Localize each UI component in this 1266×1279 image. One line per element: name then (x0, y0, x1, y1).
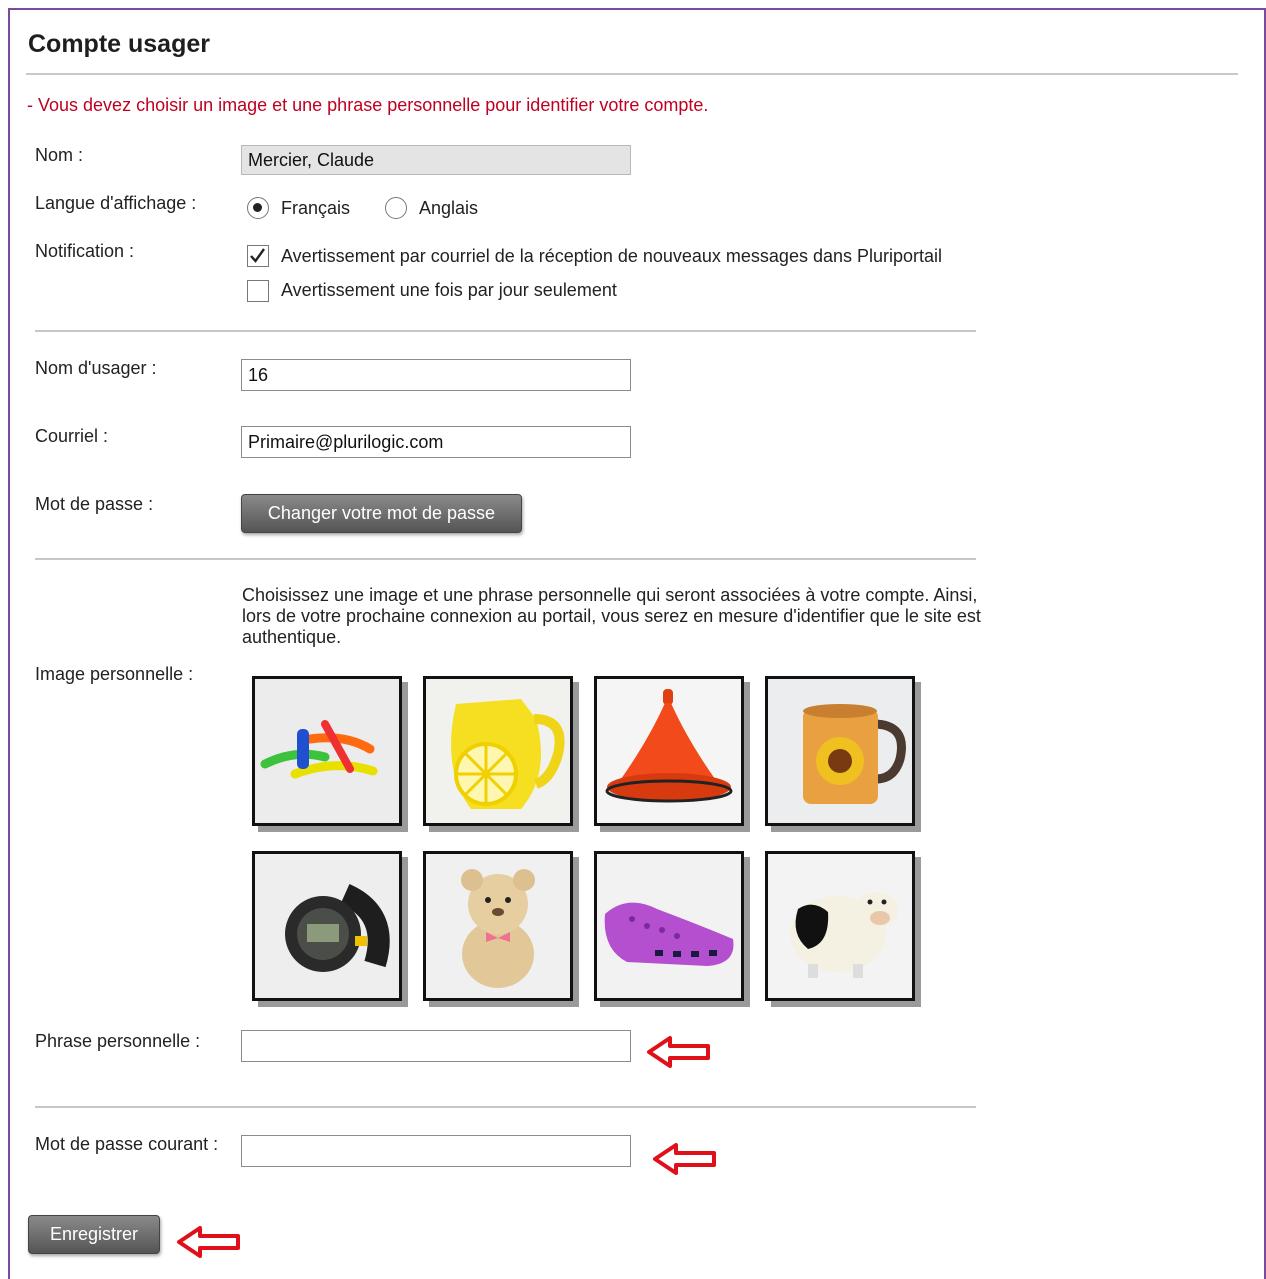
personal-phrase-field[interactable] (241, 1030, 631, 1062)
error-message: - Vous devez choisir un image et une phr… (27, 95, 709, 115)
annotation-arrow-icon (653, 1143, 716, 1175)
wristwatch-image[interactable] (252, 851, 402, 1001)
name-label: Nom : (35, 145, 84, 165)
current-password-label: Mot de passe courant : (35, 1134, 219, 1154)
title-divider (26, 73, 1238, 75)
page-title: Compte usager (28, 30, 210, 58)
name-field[interactable] (241, 145, 631, 175)
checkbox-notify-daily-label: Avertissement une fois par jour seulemen… (281, 280, 617, 300)
email-field[interactable] (241, 426, 631, 458)
cow-figurine-image[interactable] (765, 851, 915, 1001)
red-tajine-image[interactable] (594, 676, 744, 826)
password-label: Mot de passe : (35, 494, 154, 514)
radio-anglais-label: Anglais (419, 198, 479, 218)
checkbox-notify-new-messages-label: Avertissement par courriel de la récepti… (281, 246, 943, 266)
image-description: Choisissez une image et une phrase perso… (242, 585, 981, 647)
divider (35, 558, 976, 560)
radio-francais[interactable] (247, 197, 269, 219)
notification-label: Notification : (35, 241, 135, 261)
change-password-button[interactable]: Changer votre mot de passe (241, 494, 522, 533)
username-field[interactable] (241, 359, 631, 391)
sunflower-mug-image[interactable] (765, 676, 915, 826)
purple-clog-image[interactable] (594, 851, 744, 1001)
checkbox-notify-daily[interactable] (247, 280, 269, 302)
divider (35, 330, 976, 332)
annotation-arrow-icon (177, 1226, 240, 1258)
lemon-pitcher-image[interactable] (423, 676, 573, 826)
plastic-toys-image[interactable] (252, 676, 402, 826)
radio-anglais[interactable] (385, 197, 407, 219)
save-button[interactable]: Enregistrer (28, 1215, 160, 1254)
checkbox-notify-new-messages[interactable] (247, 245, 269, 267)
image-label: Image personnelle : (35, 664, 194, 684)
checkmark-icon (250, 248, 265, 263)
language-label: Langue d'affichage : (35, 193, 197, 213)
phrase-label: Phrase personnelle : (35, 1031, 201, 1051)
current-password-field[interactable] (241, 1135, 631, 1167)
radio-francais-label: Français (281, 198, 351, 218)
teddy-bear-image[interactable] (423, 851, 573, 1001)
divider (35, 1106, 976, 1108)
annotation-arrow-icon (647, 1036, 710, 1068)
username-label: Nom d'usager : (35, 358, 157, 378)
email-label: Courriel : (35, 426, 109, 446)
